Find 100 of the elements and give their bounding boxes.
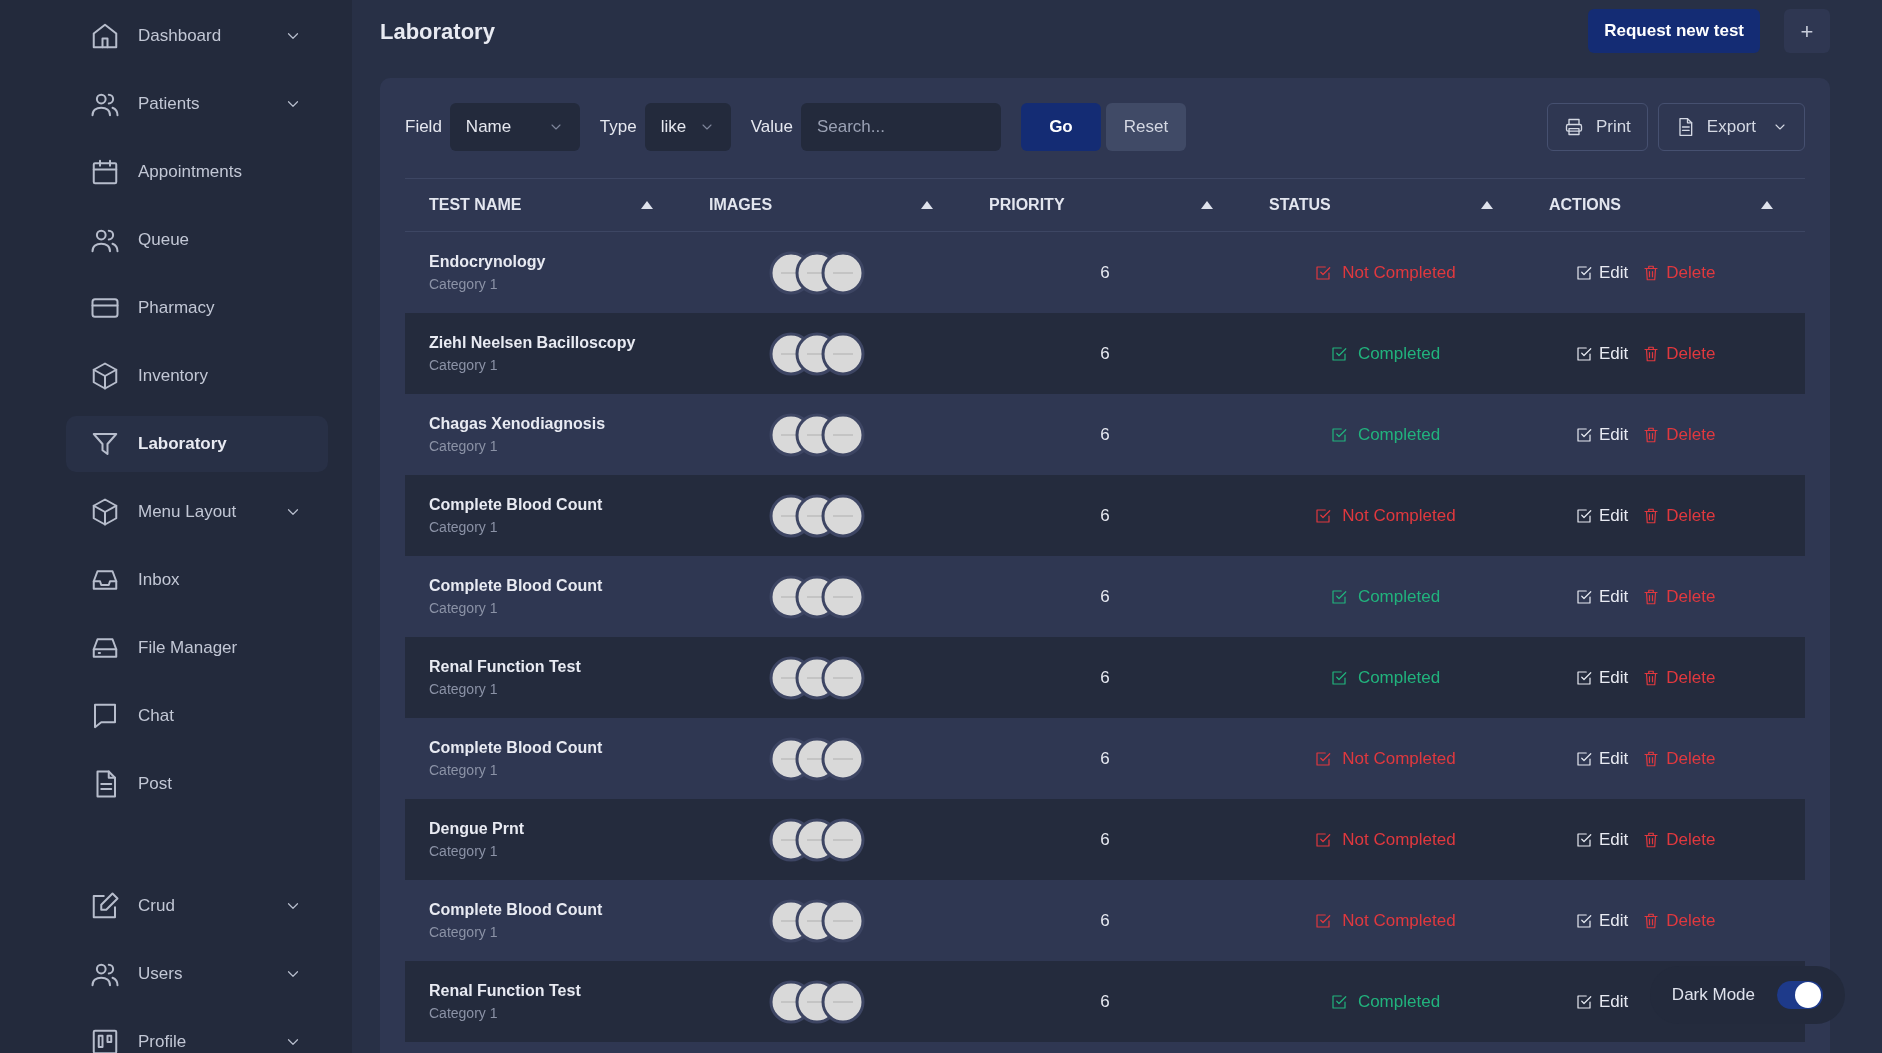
field-select[interactable]: Name (449, 103, 580, 151)
category-text: Category 1 (429, 599, 499, 618)
image-thumbnail (821, 898, 865, 943)
sort-arrow-icon[interactable] (1761, 201, 1773, 209)
column-header[interactable]: STATUS (1269, 193, 1331, 217)
sidebar-item[interactable]: Post (66, 756, 328, 812)
priority-cell-text: 6 (1100, 585, 1110, 608)
sidebar-item[interactable]: File Manager (66, 620, 328, 676)
sidebar-item[interactable]: Queue (66, 212, 328, 268)
edit-button[interactable]: Edit (1575, 259, 1629, 286)
sidebar-item[interactable]: Laboratory (66, 416, 328, 472)
sort-arrow-icon[interactable] (641, 201, 653, 209)
test-name: Complete Blood Count (429, 495, 604, 515)
sidebar-item[interactable]: Patients (66, 76, 328, 132)
image-thumbnail (821, 250, 865, 295)
add-button[interactable]: + (1784, 9, 1830, 53)
cube-icon (90, 361, 120, 391)
status-label: Completed (1329, 421, 1441, 448)
page-title: Laboratory (380, 17, 495, 46)
request-new-test-button[interactable]: Request new test (1588, 9, 1760, 53)
sidebar-item[interactable]: Crud (66, 878, 328, 934)
image-thumbnail (821, 331, 865, 376)
edit-button[interactable]: Edit (1575, 421, 1629, 448)
status-label: Not Completed (1314, 826, 1456, 853)
dark-mode-toggle[interactable] (1777, 981, 1823, 1009)
calendar-icon (90, 157, 120, 187)
image-thumbnail (821, 817, 865, 862)
priority-cell-text: 6 (1100, 909, 1110, 932)
dark-mode-label: Dark Mode (1671, 984, 1755, 1007)
checkbox-icon (1329, 344, 1348, 363)
sidebar-item[interactable]: Menu Layout (66, 484, 328, 540)
trash-icon (1642, 830, 1661, 849)
sort-arrow-icon[interactable] (1481, 201, 1493, 209)
edit-icon (1575, 830, 1593, 849)
test-name: Renal Function Test (429, 981, 582, 1001)
image-thumbnail (821, 655, 865, 700)
test-name: Ziehl Neelsen Bacilloscopy (429, 333, 637, 353)
sidebar-item[interactable]: Inventory (66, 348, 328, 404)
status-label: Completed (1329, 340, 1441, 367)
edit-button[interactable]: Edit (1575, 826, 1629, 853)
trash-icon (1642, 749, 1661, 768)
priority-cell-text: 6 (1100, 828, 1110, 851)
checkbox-icon (1329, 587, 1348, 606)
status-label: Not Completed (1314, 502, 1456, 529)
edit-icon (1575, 344, 1593, 363)
reset-button[interactable]: Reset (1105, 103, 1186, 151)
field-label: Field (405, 116, 442, 139)
column-header[interactable]: TEST NAME (429, 193, 522, 217)
sidebar-item[interactable]: Appointments (66, 144, 328, 200)
status-label: Completed (1329, 583, 1441, 610)
checkbox-icon (1314, 911, 1333, 930)
checkbox-icon (1314, 749, 1333, 768)
sidebar-item[interactable]: Profile (66, 1014, 328, 1053)
checkbox-icon (1314, 263, 1333, 282)
trash-icon (1642, 263, 1661, 282)
column-header[interactable]: PRIORITY (989, 193, 1065, 217)
export-button[interactable]: Export (1657, 103, 1805, 151)
edit-button[interactable]: Edit (1575, 664, 1629, 691)
board-icon (90, 1027, 120, 1053)
checkbox-icon (1329, 668, 1348, 687)
sidebar-item[interactable]: Users (66, 946, 328, 1002)
image-thumbnail (821, 412, 865, 457)
edit-icon (1575, 911, 1593, 930)
edit-icon (1575, 506, 1593, 525)
priority-cell-text: 6 (1100, 747, 1110, 770)
printer-icon (1563, 117, 1584, 137)
edit-icon (1575, 263, 1593, 282)
type-label: Type (599, 116, 637, 139)
go-button[interactable]: Go (1020, 103, 1101, 151)
sidebar-item[interactable]: Chat (66, 688, 328, 744)
print-button[interactable]: Print (1546, 103, 1648, 151)
priority-cell-text: 6 (1100, 423, 1110, 446)
category-text: Category 1 (429, 356, 499, 375)
edit-button[interactable]: Edit (1575, 988, 1629, 1015)
type-select[interactable]: like (644, 103, 731, 151)
edit-icon (1575, 992, 1593, 1011)
column-header[interactable]: IMAGES (709, 193, 773, 217)
sort-arrow-icon[interactable] (1201, 201, 1213, 209)
test-name: Renal Function Test (429, 657, 582, 677)
status-label: Not Completed (1314, 745, 1456, 772)
search-field[interactable]: Search... (800, 103, 1001, 151)
sidebar-item[interactable]: Inbox (66, 552, 328, 608)
test-name: Complete Blood Count (429, 738, 604, 758)
sidebar-item[interactable]: Pharmacy (66, 280, 328, 336)
column-header[interactable]: ACTIONS (1549, 193, 1621, 217)
status-label: Not Completed (1314, 259, 1456, 286)
sidebar-item[interactable]: Dashboard (66, 8, 328, 64)
trash-icon (1642, 668, 1661, 687)
edit-button[interactable]: Edit (1575, 745, 1629, 772)
value-label: Value (750, 116, 793, 139)
sort-arrow-icon[interactable] (921, 201, 933, 209)
trash-icon (1642, 344, 1661, 363)
edit-button[interactable]: Edit (1575, 502, 1629, 529)
edit-button[interactable]: Edit (1575, 583, 1629, 610)
edit-icon (1575, 749, 1593, 768)
cube-icon (90, 497, 120, 527)
edit-button[interactable]: Edit (1575, 907, 1629, 934)
edit-button[interactable]: Edit (1575, 340, 1629, 367)
test-name: Complete Blood Count (429, 900, 604, 920)
priority-cell-text: 6 (1100, 666, 1110, 689)
